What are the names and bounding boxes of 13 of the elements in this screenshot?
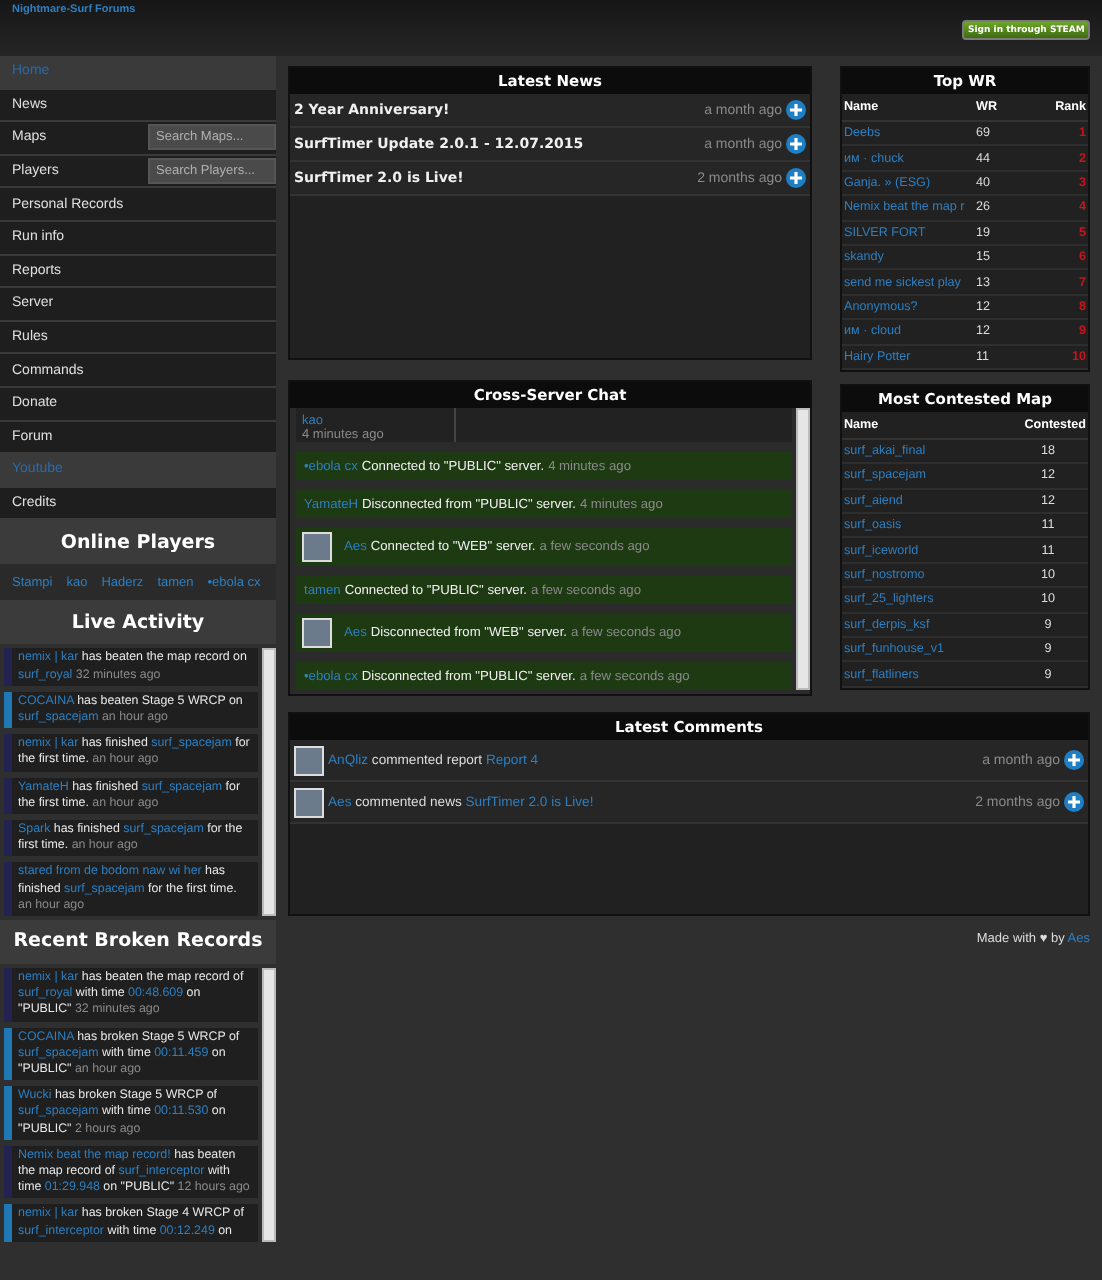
plus-circle-icon[interactable]: [786, 168, 806, 188]
scrollbar[interactable]: [262, 967, 276, 1242]
scrollbar[interactable]: [796, 408, 810, 690]
plus-circle-icon[interactable]: [1064, 792, 1084, 812]
avatar-placeholder: [294, 787, 324, 817]
plus-circle-icon[interactable]: [1064, 750, 1084, 770]
section-heading: Recent Broken Records: [0, 919, 276, 964]
scrollbar[interactable]: [262, 648, 276, 916]
section-heading: Online Players: [0, 520, 276, 565]
section-heading: Live Activity: [0, 600, 276, 645]
plus-circle-icon[interactable]: [786, 134, 806, 154]
avatar-placeholder: [294, 745, 324, 775]
plus-circle-icon[interactable]: [786, 100, 806, 120]
